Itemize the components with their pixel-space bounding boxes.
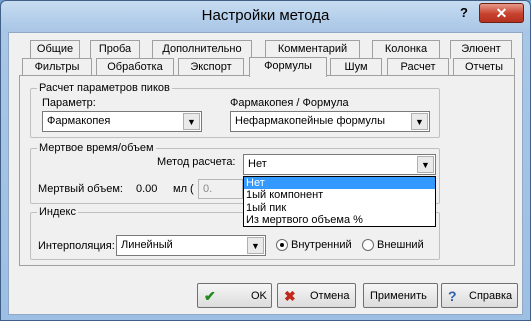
radio-internal-label[interactable]: Внутренний (291, 239, 352, 251)
window-title: Настройки метода (201, 7, 330, 24)
title-help-button[interactable]: ? (453, 5, 475, 23)
tab-formulas[interactable]: Формулы (249, 57, 327, 77)
help-icon: ? (448, 288, 457, 304)
radio-internal[interactable] (276, 239, 288, 251)
radio-external-label[interactable]: Внешний (377, 239, 424, 251)
param-select[interactable]: Фармакопея ▼ (42, 111, 202, 132)
ok-button-label: OK (251, 290, 267, 302)
x-icon: ✖ (284, 288, 296, 304)
tab-sample[interactable]: Проба (90, 40, 140, 59)
help-button-label: Справка (469, 290, 513, 302)
formula-select-value: Нефармакопейные формулы (235, 115, 386, 127)
method-label: Метод расчета: (157, 156, 236, 168)
dropdown-option-first-component[interactable]: 1ый компонент (244, 189, 435, 201)
chevron-down-icon[interactable]: ▼ (183, 113, 200, 130)
formula-label: Фармакопея / Формула (230, 97, 349, 109)
index-group-legend: Индекс (37, 206, 78, 218)
interp-select[interactable]: Линейный ▼ (116, 235, 266, 256)
interp-label: Интерполяция: (38, 240, 115, 252)
cancel-button-label: Отмена (310, 290, 350, 302)
radio-external[interactable] (362, 239, 374, 251)
ok-button[interactable]: ✔ OK (197, 283, 272, 308)
chevron-down-icon[interactable]: ▼ (411, 113, 428, 130)
chevron-down-icon[interactable]: ▼ (247, 237, 264, 254)
dropdown-option-first-peak[interactable]: 1ый пик (244, 202, 435, 214)
tab-additional[interactable]: Дополнительно (152, 40, 252, 59)
volume-value: 0.00 (136, 183, 158, 195)
tab-eluent[interactable]: Элюент (450, 40, 512, 59)
volume-unit: мл ( (173, 183, 194, 195)
check-icon: ✔ (204, 288, 216, 304)
dead-volume-field[interactable]: 0. (198, 179, 243, 199)
chevron-down-icon[interactable]: ▼ (417, 156, 434, 173)
deadtime-group-legend: Мертвое время/объем (37, 142, 156, 154)
tab-column[interactable]: Колонка (372, 40, 440, 59)
volume-label: Мертвый объем: (38, 183, 123, 195)
peaks-group-legend: Расчет параметров пиков (37, 82, 172, 94)
interp-select-value: Линейный (121, 239, 173, 251)
param-select-value: Фармакопея (47, 115, 111, 127)
method-select-value: Нет (248, 158, 267, 170)
apply-button[interactable]: Применить (363, 283, 438, 308)
close-button[interactable]: ✕ (479, 3, 524, 23)
tab-general[interactable]: Общие (30, 40, 80, 59)
dropdown-option-none[interactable]: Нет (244, 177, 435, 190)
param-label: Параметр: (42, 97, 96, 109)
dropdown-option-from-dead-volume[interactable]: Из мертвого объема % (244, 214, 435, 226)
cancel-button[interactable]: ✖ Отмена (277, 283, 356, 308)
title-bar: Настройки метода ? ✕ (1, 1, 530, 31)
method-dropdown-list: Нет 1ый компонент 1ый пик Из мертвого об… (243, 176, 436, 227)
formula-select[interactable]: Нефармакопейные формулы ▼ (230, 111, 430, 132)
method-select[interactable]: Нет ▼ (243, 154, 436, 175)
apply-button-label: Применить (370, 290, 427, 302)
dead-volume-field-value: 0. (203, 183, 213, 195)
help-button[interactable]: ? Справка (441, 283, 518, 308)
